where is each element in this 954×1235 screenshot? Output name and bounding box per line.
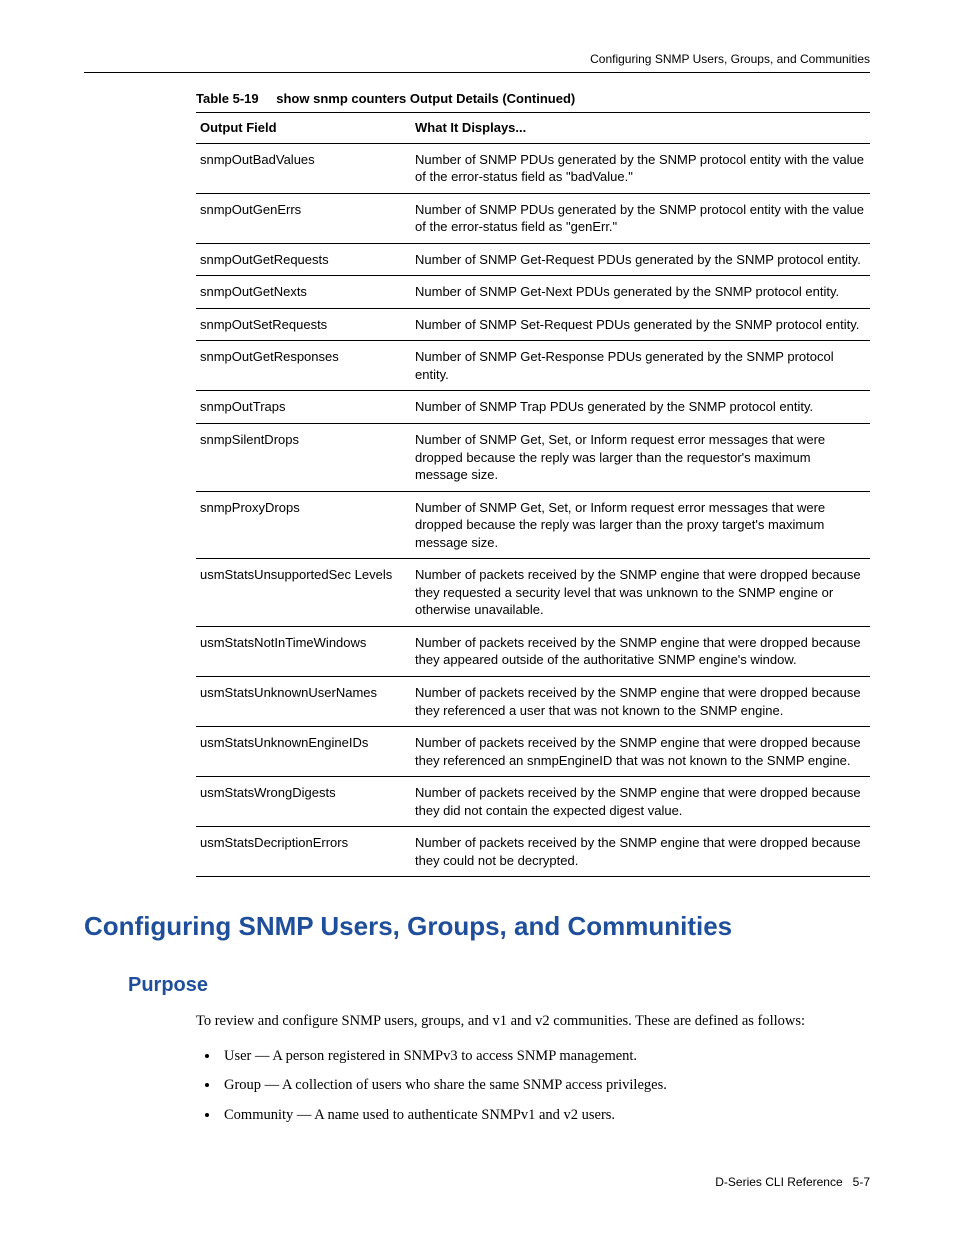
description-cell: Number of packets received by the SNMP e… bbox=[411, 727, 870, 777]
output-field-cell: usmStatsUnsupportedSec Levels bbox=[196, 559, 411, 627]
description-cell: Number of SNMP Trap PDUs generated by th… bbox=[411, 391, 870, 424]
output-field-cell: snmpOutTraps bbox=[196, 391, 411, 424]
list-item: User — A person registered in SNMPv3 to … bbox=[220, 1045, 870, 1068]
description-cell: Number of SNMP Get-Response PDUs generat… bbox=[411, 341, 870, 391]
col-header-what-it-displays: What It Displays... bbox=[411, 113, 870, 144]
description-cell: Number of packets received by the SNMP e… bbox=[411, 827, 870, 877]
output-field-cell: snmpOutSetRequests bbox=[196, 308, 411, 341]
table-caption: Table 5-19 show snmp counters Output Det… bbox=[196, 91, 870, 106]
snmp-counters-table: Output Field What It Displays... snmpOut… bbox=[196, 112, 870, 877]
output-field-cell: snmpOutGetNexts bbox=[196, 276, 411, 309]
table-row: snmpOutBadValuesNumber of SNMP PDUs gene… bbox=[196, 143, 870, 193]
output-field-cell: snmpOutGenErrs bbox=[196, 193, 411, 243]
footer-page-num: 5-7 bbox=[853, 1175, 870, 1189]
table-row: usmStatsNotInTimeWindowsNumber of packet… bbox=[196, 626, 870, 676]
description-cell: Number of SNMP PDUs generated by the SNM… bbox=[411, 143, 870, 193]
description-cell: Number of SNMP PDUs generated by the SNM… bbox=[411, 193, 870, 243]
table-row: snmpProxyDropsNumber of SNMP Get, Set, o… bbox=[196, 491, 870, 559]
output-field-cell: snmpOutGetRequests bbox=[196, 243, 411, 276]
table-row: snmpOutGenErrsNumber of SNMP PDUs genera… bbox=[196, 193, 870, 243]
table-row: snmpOutGetRequestsNumber of SNMP Get-Req… bbox=[196, 243, 870, 276]
page-footer: D-Series CLI Reference 5-7 bbox=[715, 1175, 870, 1189]
footer-doc-title: D-Series CLI Reference bbox=[715, 1175, 842, 1189]
description-cell: Number of packets received by the SNMP e… bbox=[411, 677, 870, 727]
table-row: usmStatsDecriptionErrorsNumber of packet… bbox=[196, 827, 870, 877]
output-field-cell: usmStatsNotInTimeWindows bbox=[196, 626, 411, 676]
description-cell: Number of packets received by the SNMP e… bbox=[411, 777, 870, 827]
description-cell: Number of SNMP Get-Next PDUs generated b… bbox=[411, 276, 870, 309]
output-field-cell: usmStatsDecriptionErrors bbox=[196, 827, 411, 877]
list-item: Community — A name used to authenticate … bbox=[220, 1104, 870, 1127]
section-heading: Configuring SNMP Users, Groups, and Comm… bbox=[84, 911, 870, 942]
intro-paragraph: To review and configure SNMP users, grou… bbox=[196, 1011, 870, 1033]
description-cell: Number of packets received by the SNMP e… bbox=[411, 626, 870, 676]
output-field-cell: usmStatsWrongDigests bbox=[196, 777, 411, 827]
list-item: Group — A collection of users who share … bbox=[220, 1074, 870, 1097]
output-field-cell: snmpOutBadValues bbox=[196, 143, 411, 193]
output-field-cell: usmStatsUnknownEngineIDs bbox=[196, 727, 411, 777]
output-field-cell: usmStatsUnknownUserNames bbox=[196, 677, 411, 727]
table-row: usmStatsUnknownUserNamesNumber of packet… bbox=[196, 677, 870, 727]
description-cell: Number of SNMP Get, Set, or Inform reque… bbox=[411, 491, 870, 559]
table-row: snmpOutTrapsNumber of SNMP Trap PDUs gen… bbox=[196, 391, 870, 424]
col-header-output-field: Output Field bbox=[196, 113, 411, 144]
output-field-cell: snmpSilentDrops bbox=[196, 424, 411, 492]
header-rule bbox=[84, 72, 870, 73]
table-caption-text: show snmp counters Output Details (Conti… bbox=[276, 91, 575, 106]
table-row: usmStatsUnsupportedSec LevelsNumber of p… bbox=[196, 559, 870, 627]
definition-list: User — A person registered in SNMPv3 to … bbox=[196, 1045, 870, 1127]
running-header: Configuring SNMP Users, Groups, and Comm… bbox=[84, 52, 870, 66]
subsection-heading: Purpose bbox=[128, 974, 870, 997]
description-cell: Number of SNMP Set-Request PDUs generate… bbox=[411, 308, 870, 341]
table-row: snmpOutGetResponsesNumber of SNMP Get-Re… bbox=[196, 341, 870, 391]
table-row: snmpSilentDropsNumber of SNMP Get, Set, … bbox=[196, 424, 870, 492]
table-row: snmpOutSetRequestsNumber of SNMP Set-Req… bbox=[196, 308, 870, 341]
table-caption-num: Table 5-19 bbox=[196, 91, 259, 106]
description-cell: Number of packets received by the SNMP e… bbox=[411, 559, 870, 627]
table-row: usmStatsUnknownEngineIDsNumber of packet… bbox=[196, 727, 870, 777]
output-field-cell: snmpProxyDrops bbox=[196, 491, 411, 559]
description-cell: Number of SNMP Get, Set, or Inform reque… bbox=[411, 424, 870, 492]
table-row: usmStatsWrongDigestsNumber of packets re… bbox=[196, 777, 870, 827]
output-field-cell: snmpOutGetResponses bbox=[196, 341, 411, 391]
table-header-row: Output Field What It Displays... bbox=[196, 113, 870, 144]
table-row: snmpOutGetNextsNumber of SNMP Get-Next P… bbox=[196, 276, 870, 309]
description-cell: Number of SNMP Get-Request PDUs generate… bbox=[411, 243, 870, 276]
